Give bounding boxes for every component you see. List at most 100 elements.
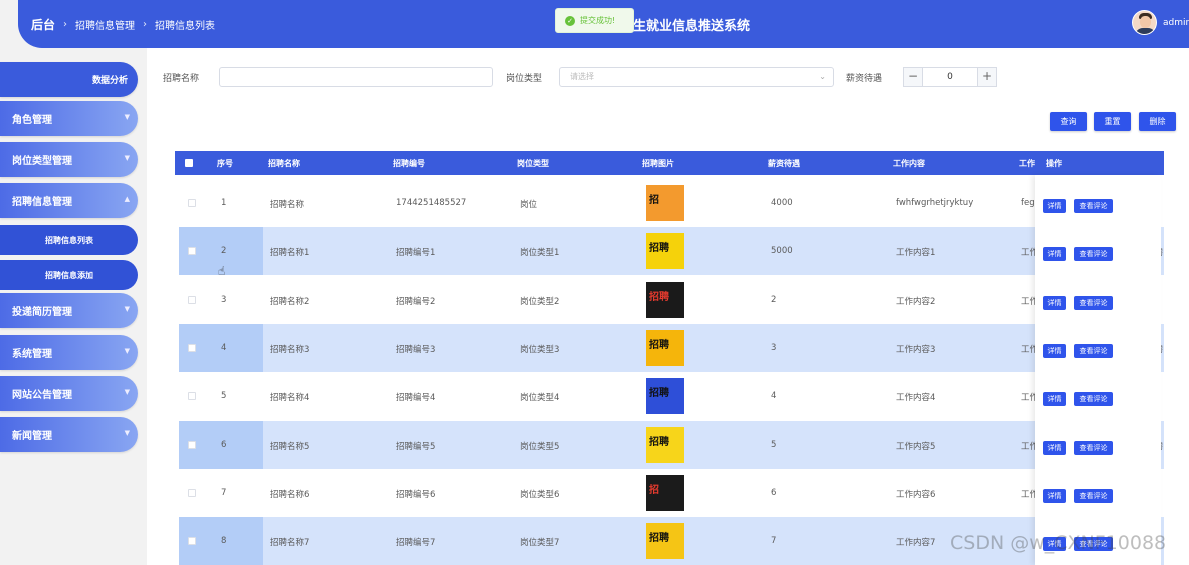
reset-button[interactable]: 重置 bbox=[1094, 112, 1131, 131]
sidebar-item-roles[interactable]: 角色管理 ▼ bbox=[0, 101, 138, 136]
row-checkbox[interactable] bbox=[188, 440, 196, 449]
cell-type: 岗位类型1 bbox=[520, 248, 560, 259]
sidebar-item-label: 角色管理 bbox=[12, 115, 52, 126]
sidebar-item-news[interactable]: 新闻管理 ▼ bbox=[0, 417, 138, 452]
row-checkbox[interactable] bbox=[188, 343, 196, 352]
detail-button[interactable]: 详情 bbox=[1043, 440, 1066, 455]
detail-button[interactable]: 详情 bbox=[1043, 392, 1066, 407]
thumb-text: 招聘 bbox=[649, 436, 669, 448]
sidebar-subitem-label: 招聘信息列表 bbox=[45, 235, 93, 245]
sidebar-item-recruitment[interactable]: 招聘信息管理 ▲ bbox=[0, 183, 138, 218]
table-row[interactable]: 2招聘名称1招聘编号1岗位类型15000工作内容1工作招聘 招聘 bbox=[179, 227, 1164, 276]
thumb-text: 招 bbox=[649, 195, 659, 206]
detail-button[interactable]: 详情 bbox=[1043, 488, 1066, 503]
chevron-up-icon: ▲ bbox=[124, 195, 130, 203]
query-button[interactable]: 查询 bbox=[1050, 112, 1087, 131]
avatar[interactable] bbox=[1132, 10, 1157, 35]
chevron-down-icon: ▼ bbox=[124, 347, 130, 355]
name-input[interactable] bbox=[219, 67, 493, 87]
sidebar-item-system[interactable]: 系统管理 ▼ bbox=[0, 335, 138, 370]
salary-stepper-input[interactable]: 0 bbox=[923, 67, 977, 87]
cell-index: 6 bbox=[221, 439, 227, 450]
view-comments-button[interactable]: 查看评论 bbox=[1074, 295, 1113, 310]
actions-column: 详情 查看评论 详情 查看评论 详情 查看评论 详情 查看评论 详情 查看评论 详情 查看评论 详情 查看… bbox=[1035, 175, 1161, 565]
sidebar-subitem-recruitment-list[interactable]: 招聘信息列表 bbox=[0, 225, 138, 255]
view-comments-button[interactable]: 查看评论 bbox=[1074, 247, 1113, 262]
check-circle-icon: ✓ bbox=[565, 15, 575, 26]
name-label: 招聘名称 bbox=[163, 74, 200, 84]
table-row[interactable]: 7 招聘名称6 招聘编号6 岗位类型6 6 工作内容6 工作 招 bbox=[179, 469, 1164, 517]
delete-button[interactable]: 删除 bbox=[1139, 112, 1176, 131]
row-checkbox[interactable] bbox=[188, 392, 196, 401]
view-comments-button[interactable]: 查看评论 bbox=[1074, 488, 1113, 503]
cell-work: feg bbox=[1021, 198, 1035, 208]
cell-content: 工作内容4 bbox=[896, 393, 936, 404]
chevron-down-icon: ▼ bbox=[124, 429, 130, 437]
sidebar-item-notices[interactable]: 网站公告管理 ▼ bbox=[0, 376, 138, 411]
cell-salary: 5000 bbox=[771, 246, 793, 257]
sidebar-item-analytics[interactable]: 数据分析 bbox=[0, 62, 138, 97]
user-name[interactable]: admin bbox=[1163, 18, 1189, 28]
detail-button[interactable]: 详情 bbox=[1043, 199, 1066, 213]
table-row[interactable]: 1 招聘名称 1744251485527 岗位 4000 fwhfwgrhetjryktu… bbox=[179, 179, 1164, 227]
row-checkbox[interactable] bbox=[188, 199, 196, 207]
sidebar-subitem-recruitment-add[interactable]: 招聘信息添加 bbox=[0, 260, 138, 290]
chevron-down-icon: ⌄ bbox=[819, 72, 826, 81]
column-header: 招聘名称 bbox=[268, 159, 300, 168]
breadcrumb-item[interactable]: 招聘信息列表 bbox=[155, 17, 215, 32]
cell-salary: 4000 bbox=[771, 198, 793, 208]
cell-index: 3 bbox=[221, 294, 227, 305]
cell-content: 工作内容2 bbox=[896, 296, 936, 307]
row-checkbox[interactable] bbox=[188, 295, 196, 304]
view-comments-button[interactable]: 查看评论 bbox=[1074, 440, 1113, 455]
cell-content: fwhfwgrhetjryktuy bbox=[896, 198, 974, 208]
view-comments-button[interactable]: 查看评论 bbox=[1074, 199, 1113, 213]
chevron-down-icon: ▼ bbox=[124, 154, 130, 162]
type-label: 岗位类型 bbox=[506, 74, 543, 84]
breadcrumb: 后台 › 招聘信息管理 › 招聘信息列表 bbox=[31, 16, 215, 33]
recruitment-image: 招 bbox=[646, 185, 684, 221]
thumb-text: 招聘 bbox=[649, 339, 669, 351]
thumb-text: 招聘 bbox=[649, 291, 669, 303]
chevron-down-icon: ▼ bbox=[124, 305, 130, 313]
row-checkbox[interactable] bbox=[188, 247, 196, 256]
cell-type: 岗位类型2 bbox=[520, 296, 560, 307]
type-select-placeholder: 请选择 bbox=[570, 72, 594, 81]
detail-button[interactable]: 详情 bbox=[1043, 343, 1066, 358]
column-header: 操作 bbox=[1046, 159, 1062, 168]
type-select[interactable]: 请选择 ⌄ bbox=[559, 67, 834, 87]
breadcrumb-item[interactable]: 招聘信息管理 bbox=[75, 17, 135, 32]
sidebar-item-job-types[interactable]: 岗位类型管理 ▼ bbox=[0, 142, 138, 177]
table-row[interactable]: 5 招聘名称4 招聘编号4 岗位类型4 4 工作内容4 工作 招聘 bbox=[179, 372, 1164, 420]
table-row[interactable]: 4招聘名称3招聘编号3岗位类型33工作内容3工作招聘 招聘 bbox=[179, 323, 1164, 372]
sidebar-item-resumes[interactable]: 投递简历管理 ▼ bbox=[0, 293, 138, 328]
chevron-down-icon: ▼ bbox=[124, 113, 130, 121]
cell-code: 1744251485527 bbox=[396, 198, 467, 208]
cell-code: 招聘编号4 bbox=[396, 393, 436, 404]
table-row[interactable]: 6招聘名称5招聘编号5岗位类型55工作内容5工作招聘 招聘 bbox=[179, 420, 1164, 469]
recruitment-image: 招聘 bbox=[646, 426, 684, 463]
row-checkbox[interactable] bbox=[188, 537, 196, 546]
column-header: 招聘图片 bbox=[642, 159, 674, 168]
column-header: 序号 bbox=[217, 159, 233, 168]
column-header: 岗位类型 bbox=[517, 159, 549, 168]
breadcrumb-home[interactable]: 后台 bbox=[31, 16, 55, 33]
salary-increment-button[interactable]: + bbox=[977, 67, 997, 87]
cell-name: 招聘名称 bbox=[270, 200, 305, 210]
select-all-checkbox[interactable] bbox=[185, 159, 193, 167]
view-comments-button[interactable]: 查看评论 bbox=[1074, 343, 1113, 358]
view-comments-button[interactable]: 查看评论 bbox=[1074, 392, 1113, 407]
table-row[interactable]: 3 招聘名称2 招聘编号2 岗位类型2 2 工作内容2 工作 招聘 bbox=[179, 276, 1164, 324]
cell-salary: 2 bbox=[771, 294, 777, 305]
chevron-down-icon: ▼ bbox=[124, 388, 130, 396]
salary-decrement-button[interactable]: − bbox=[903, 67, 923, 87]
cell-type: 岗位类型3 bbox=[520, 344, 560, 355]
detail-button[interactable]: 详情 bbox=[1043, 247, 1066, 262]
detail-button[interactable]: 详情 bbox=[1043, 295, 1066, 310]
cell-type: 岗位类型4 bbox=[520, 393, 560, 404]
sidebar-item-label: 投递简历管理 bbox=[12, 307, 72, 318]
cell-salary: 3 bbox=[771, 342, 777, 353]
row-checkbox[interactable] bbox=[188, 488, 196, 497]
cell-code: 招聘编号5 bbox=[396, 441, 436, 452]
column-header: 招聘编号 bbox=[393, 159, 425, 168]
